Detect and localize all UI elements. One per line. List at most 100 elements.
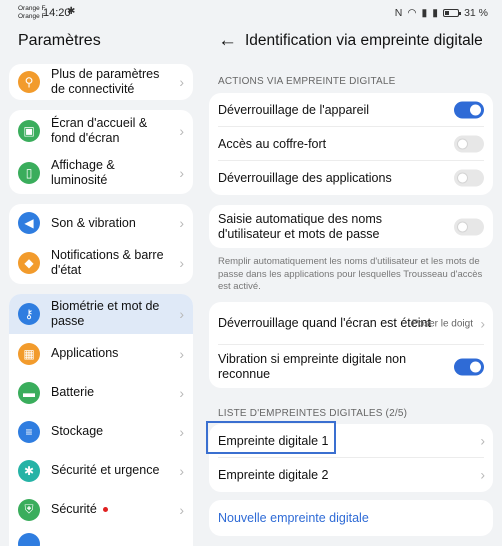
sidebar-item-display[interactable]: ▯ Affichage & luminosité › <box>9 152 193 194</box>
row-label: Saisie automatique des noms d'utilisateu… <box>218 211 382 241</box>
sidebar-item-label: Notifications & barre d'état <box>51 248 164 277</box>
sidebar-item-label: Sécurité et urgence <box>51 463 160 477</box>
carrier-labels: Orange F Orange F <box>18 5 45 20</box>
row-screen-off-unlock[interactable]: Déverrouillage quand l'écran est éteint … <box>209 302 493 345</box>
bell-icon: ◆ <box>18 252 40 274</box>
sidebar-item-label: Plus de paramètres de connectivité <box>51 67 160 96</box>
row-label: Déverrouillage de l'appareil <box>218 102 370 117</box>
sidebar-title: Paramètres <box>18 32 101 49</box>
signal-2-icon: ▮ <box>432 7 439 19</box>
carrier-2: Orange F <box>18 12 46 20</box>
sidebar-group-connectivity: ⚲ Plus de paramètres de connectivité › <box>9 64 193 100</box>
chevron-right-icon: › <box>179 165 184 181</box>
apps-icon: ▦ <box>18 342 40 365</box>
link-icon: ⚲ <box>18 71 40 93</box>
row-unlock-device[interactable]: Déverrouillage de l'appareil <box>209 93 493 127</box>
screen-off-value: Poser le doigt <box>411 318 473 329</box>
chevron-right-icon: › <box>179 423 184 440</box>
shield-icon: ⛨ <box>18 498 40 521</box>
sidebar-item-label: Stockage <box>51 424 104 438</box>
new-fingerprint-button[interactable]: Nouvelle empreinte digitale <box>209 500 493 536</box>
sidebar-item-connectivity[interactable]: ⚲ Plus de paramètres de connectivité › <box>9 64 193 100</box>
toggle-vault-access[interactable] <box>454 135 484 153</box>
toggle-unlock-device[interactable] <box>454 101 484 119</box>
notification-dot <box>102 507 108 513</box>
sidebar-group-display: ▣ Écran d'accueil & fond d'écran › ▯ Aff… <box>9 110 193 194</box>
chevron-right-icon: › <box>480 466 485 483</box>
chevron-right-icon: › <box>179 501 184 518</box>
chevron-right-icon: › <box>179 74 184 90</box>
sidebar-group-sound: ◀ Son & vibration › ◆ Notifications & ba… <box>9 204 193 284</box>
image-icon: ▣ <box>18 120 40 142</box>
row-label: Nouvelle empreinte digitale <box>218 510 369 525</box>
sidebar-item-applications[interactable]: ▦ Applications › <box>9 334 193 373</box>
chevron-right-icon: › <box>179 345 184 362</box>
display-icon: ▯ <box>18 162 40 184</box>
group-fingerprint-actions: Déverrouillage de l'appareil Accès au co… <box>209 93 493 195</box>
chevron-right-icon: › <box>179 215 184 231</box>
sidebar-item-safety-emergency[interactable]: ✱ Sécurité et urgence › <box>9 451 193 490</box>
key-icon: ⚷ <box>18 303 40 325</box>
sidebar-item-label: Affichage & luminosité <box>51 158 115 187</box>
gear-icon: ✱ <box>67 6 76 17</box>
chevron-right-icon: › <box>480 315 485 331</box>
battery-icon <box>443 9 462 17</box>
row-fingerprint-2[interactable]: Empreinte digitale 2 › <box>209 458 493 492</box>
toggle-unlock-apps[interactable] <box>454 169 484 187</box>
section-header-actions: ACTIONS VIA EMPREINTE DIGITALE <box>218 76 396 87</box>
carrier-1: Orange F <box>18 5 46 12</box>
sidebar-item-biometrics[interactable]: ⚷ Biométrie et mot de passe › <box>9 294 193 334</box>
row-vibration[interactable]: Vibration si empreinte digitale non reco… <box>209 345 493 388</box>
page-title: Identification via empreinte digitale <box>245 32 483 49</box>
battery-icon: ▬ <box>18 381 40 404</box>
sidebar-item-home-screen[interactable]: ▣ Écran d'accueil & fond d'écran › <box>9 110 193 152</box>
sidebar-item-sound[interactable]: ◀ Son & vibration › <box>9 204 193 242</box>
row-autofill[interactable]: Saisie automatique des noms d'utilisateu… <box>209 205 493 248</box>
row-vault-access[interactable]: Accès au coffre-fort <box>209 127 493 161</box>
chevron-right-icon: › <box>179 384 184 401</box>
chevron-right-icon: › <box>179 306 184 322</box>
asterisk-icon: ✱ <box>18 459 40 482</box>
row-unlock-apps[interactable]: Déverrouillage des applications <box>209 161 493 195</box>
fingerprint-settings-pane: ← Identification via empreinte digitale … <box>200 26 502 546</box>
chevron-right-icon: › <box>179 255 184 271</box>
sidebar-item-label: Applications <box>51 346 119 360</box>
sidebar-item-label: Écran d'accueil & fond d'écran <box>51 116 148 145</box>
sidebar-item-security[interactable]: ⛨ Sécurité › <box>9 490 193 529</box>
group-screen-off: Déverrouillage quand l'écran est éteint … <box>209 302 493 388</box>
sidebar-item-notifications[interactable]: ◆ Notifications & barre d'état › <box>9 242 193 284</box>
sidebar-group-system: ⚷ Biométrie et mot de passe › ▦ Applicat… <box>9 294 193 546</box>
sidebar-item-label: Biométrie et mot de passe <box>51 299 160 328</box>
group-autofill: Saisie automatique des noms d'utilisateu… <box>209 205 493 248</box>
chevron-right-icon: › <box>480 432 485 449</box>
row-label: Vibration si empreinte digitale non reco… <box>218 351 407 381</box>
autofill-description: Remplir automatiquement les noms d'utili… <box>218 256 483 292</box>
more-icon <box>18 533 40 546</box>
signal-icon: ▮ <box>421 7 428 19</box>
chevron-right-icon: › <box>179 462 184 479</box>
row-label: Empreinte digitale 2 <box>218 467 329 482</box>
back-arrow-icon[interactable]: ← <box>218 30 237 52</box>
sidebar-item-label: Batterie <box>51 385 95 399</box>
section-header-fingerprints: LISTE D'EMPREINTES DIGITALES (2/5) <box>218 408 408 419</box>
chevron-right-icon: › <box>179 123 184 139</box>
row-label: Accès au coffre-fort <box>218 136 327 151</box>
group-new-fingerprint: Nouvelle empreinte digitale <box>209 500 493 536</box>
toggle-vibration[interactable] <box>454 358 484 375</box>
status-indicators: N ◠ ▮ ▮ 31 % <box>395 7 488 19</box>
status-bar: Orange F Orange F 14:20 ✱ N ◠ ▮ ▮ 31 % <box>0 0 502 26</box>
sidebar-item-more[interactable] <box>9 529 193 546</box>
toggle-autofill[interactable] <box>454 218 484 235</box>
settings-sidebar: Paramètres ⚲ Plus de paramètres de conne… <box>0 26 200 546</box>
nfc-icon: N <box>394 7 403 19</box>
highlight-box <box>206 421 336 454</box>
row-label: Déverrouillage des applications <box>218 170 392 185</box>
storage-icon: ≡ <box>18 420 40 443</box>
battery-level: 31 % <box>464 7 488 19</box>
sidebar-item-storage[interactable]: ≡ Stockage › <box>9 412 193 451</box>
sidebar-item-battery[interactable]: ▬ Batterie › <box>9 373 193 412</box>
wifi-icon: ◠ <box>407 7 417 19</box>
sidebar-item-label: Son & vibration <box>51 215 136 230</box>
security-label-text: Sécurité <box>51 502 97 516</box>
speaker-icon: ◀ <box>18 212 40 234</box>
